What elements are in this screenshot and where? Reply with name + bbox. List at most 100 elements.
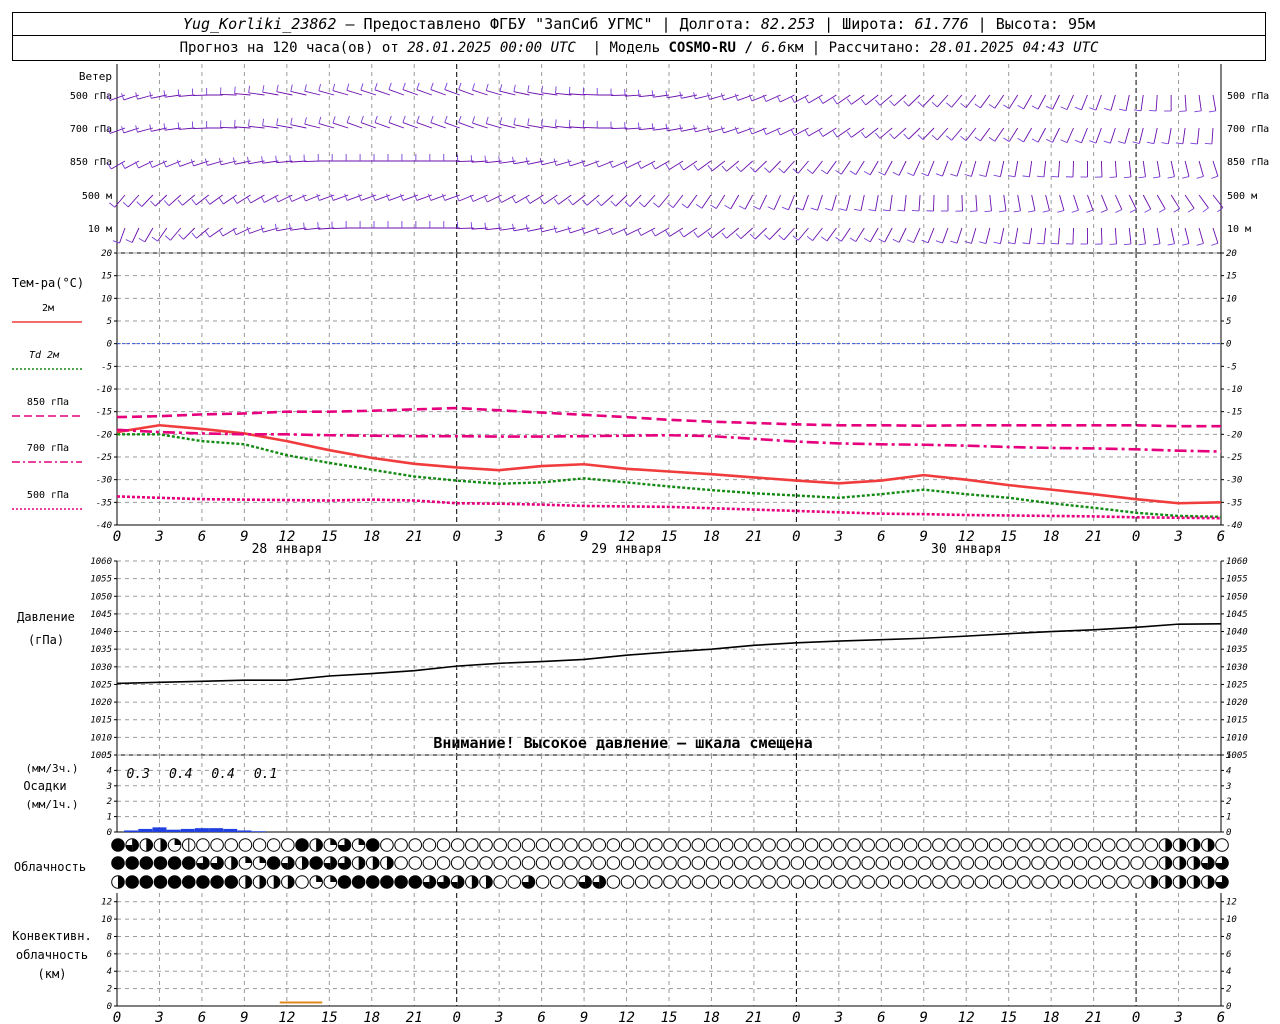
cloud-symbol-fill bbox=[125, 856, 139, 870]
wind-barb-feather-1 bbox=[318, 116, 322, 124]
cloud-symbol bbox=[677, 856, 691, 870]
precip-bar bbox=[124, 830, 139, 832]
cloud-symbol bbox=[960, 875, 975, 889]
wind-barb-feather-1 bbox=[875, 132, 881, 139]
temp-legend-label: 850 гПа bbox=[27, 397, 69, 408]
wind-barb-feather-3 bbox=[232, 197, 238, 204]
wind-barb-3 bbox=[155, 194, 168, 207]
cloud-symbol bbox=[1031, 856, 1045, 870]
wind-barb-feather-3 bbox=[483, 195, 488, 203]
wind-barb-feather-0 bbox=[960, 102, 967, 108]
cloud-symbol bbox=[238, 838, 253, 852]
wind-barb-2 bbox=[898, 160, 907, 176]
wind-barb-feather-1 bbox=[945, 135, 952, 141]
cloud-symbol bbox=[875, 856, 890, 870]
precip-tick-label-right: 4 bbox=[1226, 766, 1231, 776]
wind-barb-4 bbox=[711, 227, 726, 239]
wind-barb-feather-1 bbox=[458, 115, 462, 123]
cloud-symbol-fill bbox=[1151, 875, 1158, 889]
pressure-warning: Внимание! Высокое давление – шкала смеще… bbox=[433, 734, 812, 752]
wind-barb-feather-3 bbox=[427, 193, 432, 201]
cloud-symbol bbox=[252, 838, 267, 852]
wind-level-label-left: 500 м bbox=[82, 191, 112, 202]
cloud-symbol bbox=[549, 875, 564, 889]
wind-barb-feather-3 bbox=[638, 201, 645, 208]
temp-tick-label-right: 10 bbox=[1226, 294, 1237, 304]
wind-barb-1 bbox=[1037, 127, 1047, 143]
wind-barb-feather-0 bbox=[541, 85, 543, 93]
precip-bar bbox=[152, 827, 167, 832]
conv-tick-label-right: 6 bbox=[1226, 950, 1231, 960]
wind-barb-feather-1 bbox=[527, 118, 530, 126]
wind-barb-4 bbox=[841, 227, 851, 242]
wind-barb-feather-1 bbox=[790, 129, 795, 136]
precip-tick-label-left: 3 bbox=[106, 782, 112, 792]
wind-barb-feather-0 bbox=[776, 95, 781, 103]
wind-barb-2 bbox=[841, 160, 851, 175]
wind-barb-feather-1 bbox=[1017, 137, 1024, 143]
wind-barb-feather-2 bbox=[778, 167, 785, 174]
conv-hour-label: 12 bbox=[278, 1010, 295, 1024]
wind-barb-1 bbox=[513, 124, 530, 129]
cloud-symbol-fill bbox=[154, 875, 167, 889]
precip-unit-3h: (мм/3ч.) bbox=[26, 762, 79, 775]
wind-barb-feather-3 bbox=[330, 193, 334, 201]
wind-barb-3 bbox=[846, 194, 851, 211]
cloud-symbol-fill bbox=[522, 882, 529, 889]
cloud-symbol bbox=[818, 875, 833, 889]
cloud-symbol-fill bbox=[168, 856, 181, 870]
wind-title: Ветер bbox=[79, 70, 112, 83]
wind-barb-feather-1 bbox=[444, 115, 448, 123]
wind-barb-feather-1 bbox=[720, 126, 724, 134]
wind-barb-feather-1 bbox=[1190, 142, 1198, 145]
wind-barb-2 bbox=[985, 160, 991, 177]
temp-hour-label: 3 bbox=[154, 529, 163, 545]
wind-barb-feather-0 bbox=[290, 84, 293, 92]
cloud-symbol bbox=[988, 838, 1003, 852]
wind-barb-feather-3 bbox=[653, 202, 660, 208]
wind-barb-feather-0 bbox=[360, 83, 364, 91]
wind-barb-0 bbox=[388, 89, 405, 96]
wind-barb-0 bbox=[851, 94, 865, 105]
wind-barb-2 bbox=[740, 160, 753, 173]
wind-barb-feather-2 bbox=[906, 172, 914, 177]
temp-hour-label: 0 bbox=[113, 529, 121, 545]
wind-barb-4 bbox=[1100, 227, 1103, 245]
cloud-symbol bbox=[776, 856, 791, 870]
cloud-symbol bbox=[507, 856, 522, 870]
wind-barb-4 bbox=[726, 227, 740, 239]
cloud-symbol bbox=[677, 875, 691, 889]
cloud-symbol bbox=[408, 838, 423, 852]
cloud-symbol bbox=[436, 856, 451, 870]
cloud-symbol bbox=[804, 838, 819, 852]
conv-tick-label-left: 6 bbox=[107, 950, 112, 960]
wind-barb-2 bbox=[1072, 160, 1074, 178]
wind-barb-feather-1 bbox=[332, 116, 336, 124]
wind-barb-feather-2 bbox=[176, 159, 181, 167]
wind-barb-3 bbox=[615, 194, 628, 207]
cloud-symbol-fill bbox=[259, 875, 266, 889]
cloud-symbol bbox=[606, 875, 621, 889]
cloud-symbol-fill bbox=[429, 875, 436, 889]
precip-bar bbox=[166, 829, 181, 832]
pressure-tick-label-left: 1015 bbox=[90, 716, 112, 726]
wind-barb-feather-2 bbox=[1182, 176, 1190, 179]
wind-barb-feather-2 bbox=[821, 169, 828, 175]
wind-barb-feather-0 bbox=[346, 83, 350, 91]
cloud-symbol bbox=[847, 838, 861, 852]
cloud-symbol bbox=[592, 838, 607, 852]
wind-barb-feather-3 bbox=[839, 208, 847, 211]
conv-hour-label: 0 bbox=[792, 1010, 800, 1024]
wind-barb-feather-1 bbox=[1031, 138, 1039, 143]
wind-barb-feather-3 bbox=[825, 208, 833, 211]
wind-barb-0 bbox=[262, 91, 279, 96]
temp-tick-label-right: -30 bbox=[1226, 476, 1242, 486]
cloud-symbol bbox=[549, 838, 564, 852]
cloud-symbol-fill bbox=[316, 875, 323, 882]
wind-barb-feather-4 bbox=[205, 231, 210, 238]
wind-barb-feather-0 bbox=[527, 85, 530, 93]
wind-barb-0 bbox=[499, 90, 516, 96]
wind-barb-feather-4 bbox=[191, 232, 197, 239]
cloud-symbol bbox=[606, 838, 621, 852]
wind-barb-feather-4 bbox=[721, 232, 727, 239]
